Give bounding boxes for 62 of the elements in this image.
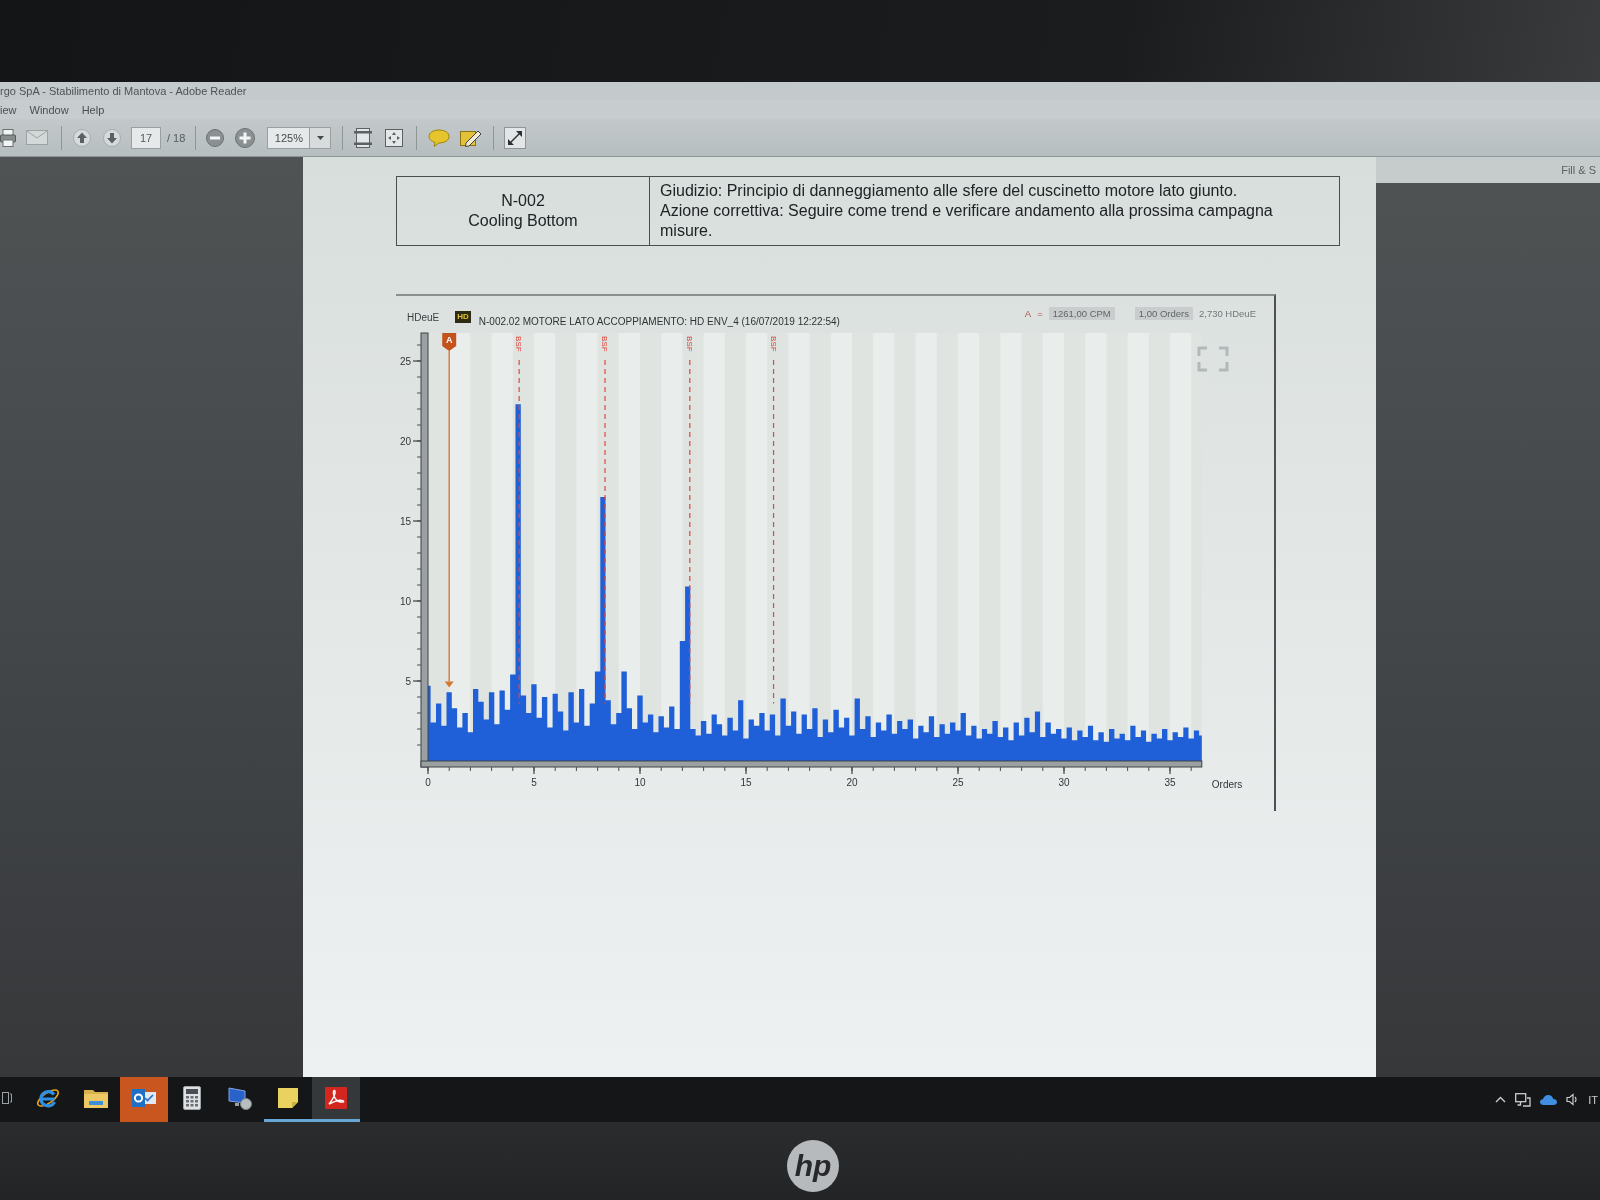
marker-label: BSF — [684, 336, 694, 352]
cloud-icon[interactable] — [1540, 1094, 1558, 1105]
plus-circle-icon[interactable] — [235, 127, 256, 148]
tick-label: 15 — [740, 777, 752, 788]
diagonal-arrows-icon[interactable] — [504, 126, 527, 149]
printer-icon[interactable] — [0, 128, 16, 147]
amplitude-readout: 2,730 HDeuE — [1198, 307, 1256, 319]
tick-label: 25 — [399, 355, 411, 367]
sticky-note-icon — [278, 1088, 298, 1108]
pdf-app-icon — [325, 1087, 347, 1109]
chevron-up-icon[interactable] — [1495, 1096, 1507, 1103]
taskbar-button[interactable] — [312, 1077, 360, 1122]
order-readout: 1,00 Orders — [1134, 306, 1193, 320]
language-indicator[interactable]: IT — [1588, 1093, 1600, 1106]
marker-label: BSF — [600, 336, 609, 352]
marker-label: BSF — [514, 336, 524, 352]
dropdown-button[interactable] — [309, 126, 332, 149]
marker-label: BSF — [768, 336, 778, 352]
window-title: rgo SpA - Stabilimento di Mantova - Adobe Reader — [0, 85, 247, 97]
tick-label: 20 — [399, 435, 411, 447]
note-text: Azione correttiva: Seguire come trend e verificare andamento alla prossima campagna misure. — [660, 201, 1274, 241]
tick-label: 5 — [531, 777, 537, 788]
brand-logo: hp — [787, 1140, 839, 1192]
asset-text: N-002 — [500, 191, 546, 211]
page-width-icon[interactable] — [354, 127, 373, 148]
tick-label: 30 — [1058, 777, 1070, 788]
chart-title: N-002.02 MOTORE LATO ACCOPPIAMENTO: HD ENV_4 (16/07/2019 12:22:54) — [478, 315, 840, 327]
menu-item[interactable]: Window — [29, 103, 69, 116]
asset-text: Cooling Bottom — [467, 211, 579, 231]
tick-label: 10 — [399, 595, 411, 607]
tick-label: 25 — [952, 777, 964, 788]
panel-tab[interactable]: Fill & S — [1561, 164, 1596, 176]
folder-icon — [84, 1088, 108, 1108]
note-text: Giudizio: Principio di danneggiamento alle sfere del cuscinetto motore lato giunto. — [660, 181, 1239, 201]
tick-label: 0 — [425, 777, 431, 788]
cursor-name: A — [1024, 307, 1032, 319]
equals-sign: = — [1037, 307, 1043, 319]
zoom-field[interactable]: 125% — [267, 126, 310, 149]
cursor-label: A — [445, 335, 453, 345]
tick-label: 5 — [405, 675, 411, 687]
minus-circle-icon[interactable] — [206, 128, 225, 147]
page-number-field[interactable]: 17 — [131, 126, 161, 149]
cursor-line[interactable] — [442, 333, 457, 688]
monitor-icon — [227, 1086, 253, 1110]
frequency-readout: 1261,00 CPM — [1048, 306, 1115, 320]
menu-item[interactable]: Help — [81, 103, 105, 116]
menu-item[interactable]: iew — [0, 103, 17, 116]
speaker-icon[interactable] — [1566, 1093, 1580, 1106]
hd-badge: HD — [455, 311, 471, 323]
caret-icon — [316, 135, 324, 140]
tick-label: 20 — [846, 777, 858, 788]
calculator-icon — [183, 1086, 201, 1110]
task-view-icon — [2, 1090, 12, 1106]
mail-app-icon — [132, 1088, 156, 1108]
tick-label: 10 — [634, 777, 646, 788]
axis-label: HDeuE — [407, 311, 440, 323]
monitor-icon[interactable] — [1515, 1092, 1532, 1107]
page-fit-icon[interactable] — [385, 128, 404, 147]
tick-label: 35 — [1164, 777, 1176, 788]
axis-label: Orders — [1211, 779, 1243, 790]
page-count: / 18 — [167, 131, 186, 144]
tick-label: 15 — [399, 515, 411, 527]
